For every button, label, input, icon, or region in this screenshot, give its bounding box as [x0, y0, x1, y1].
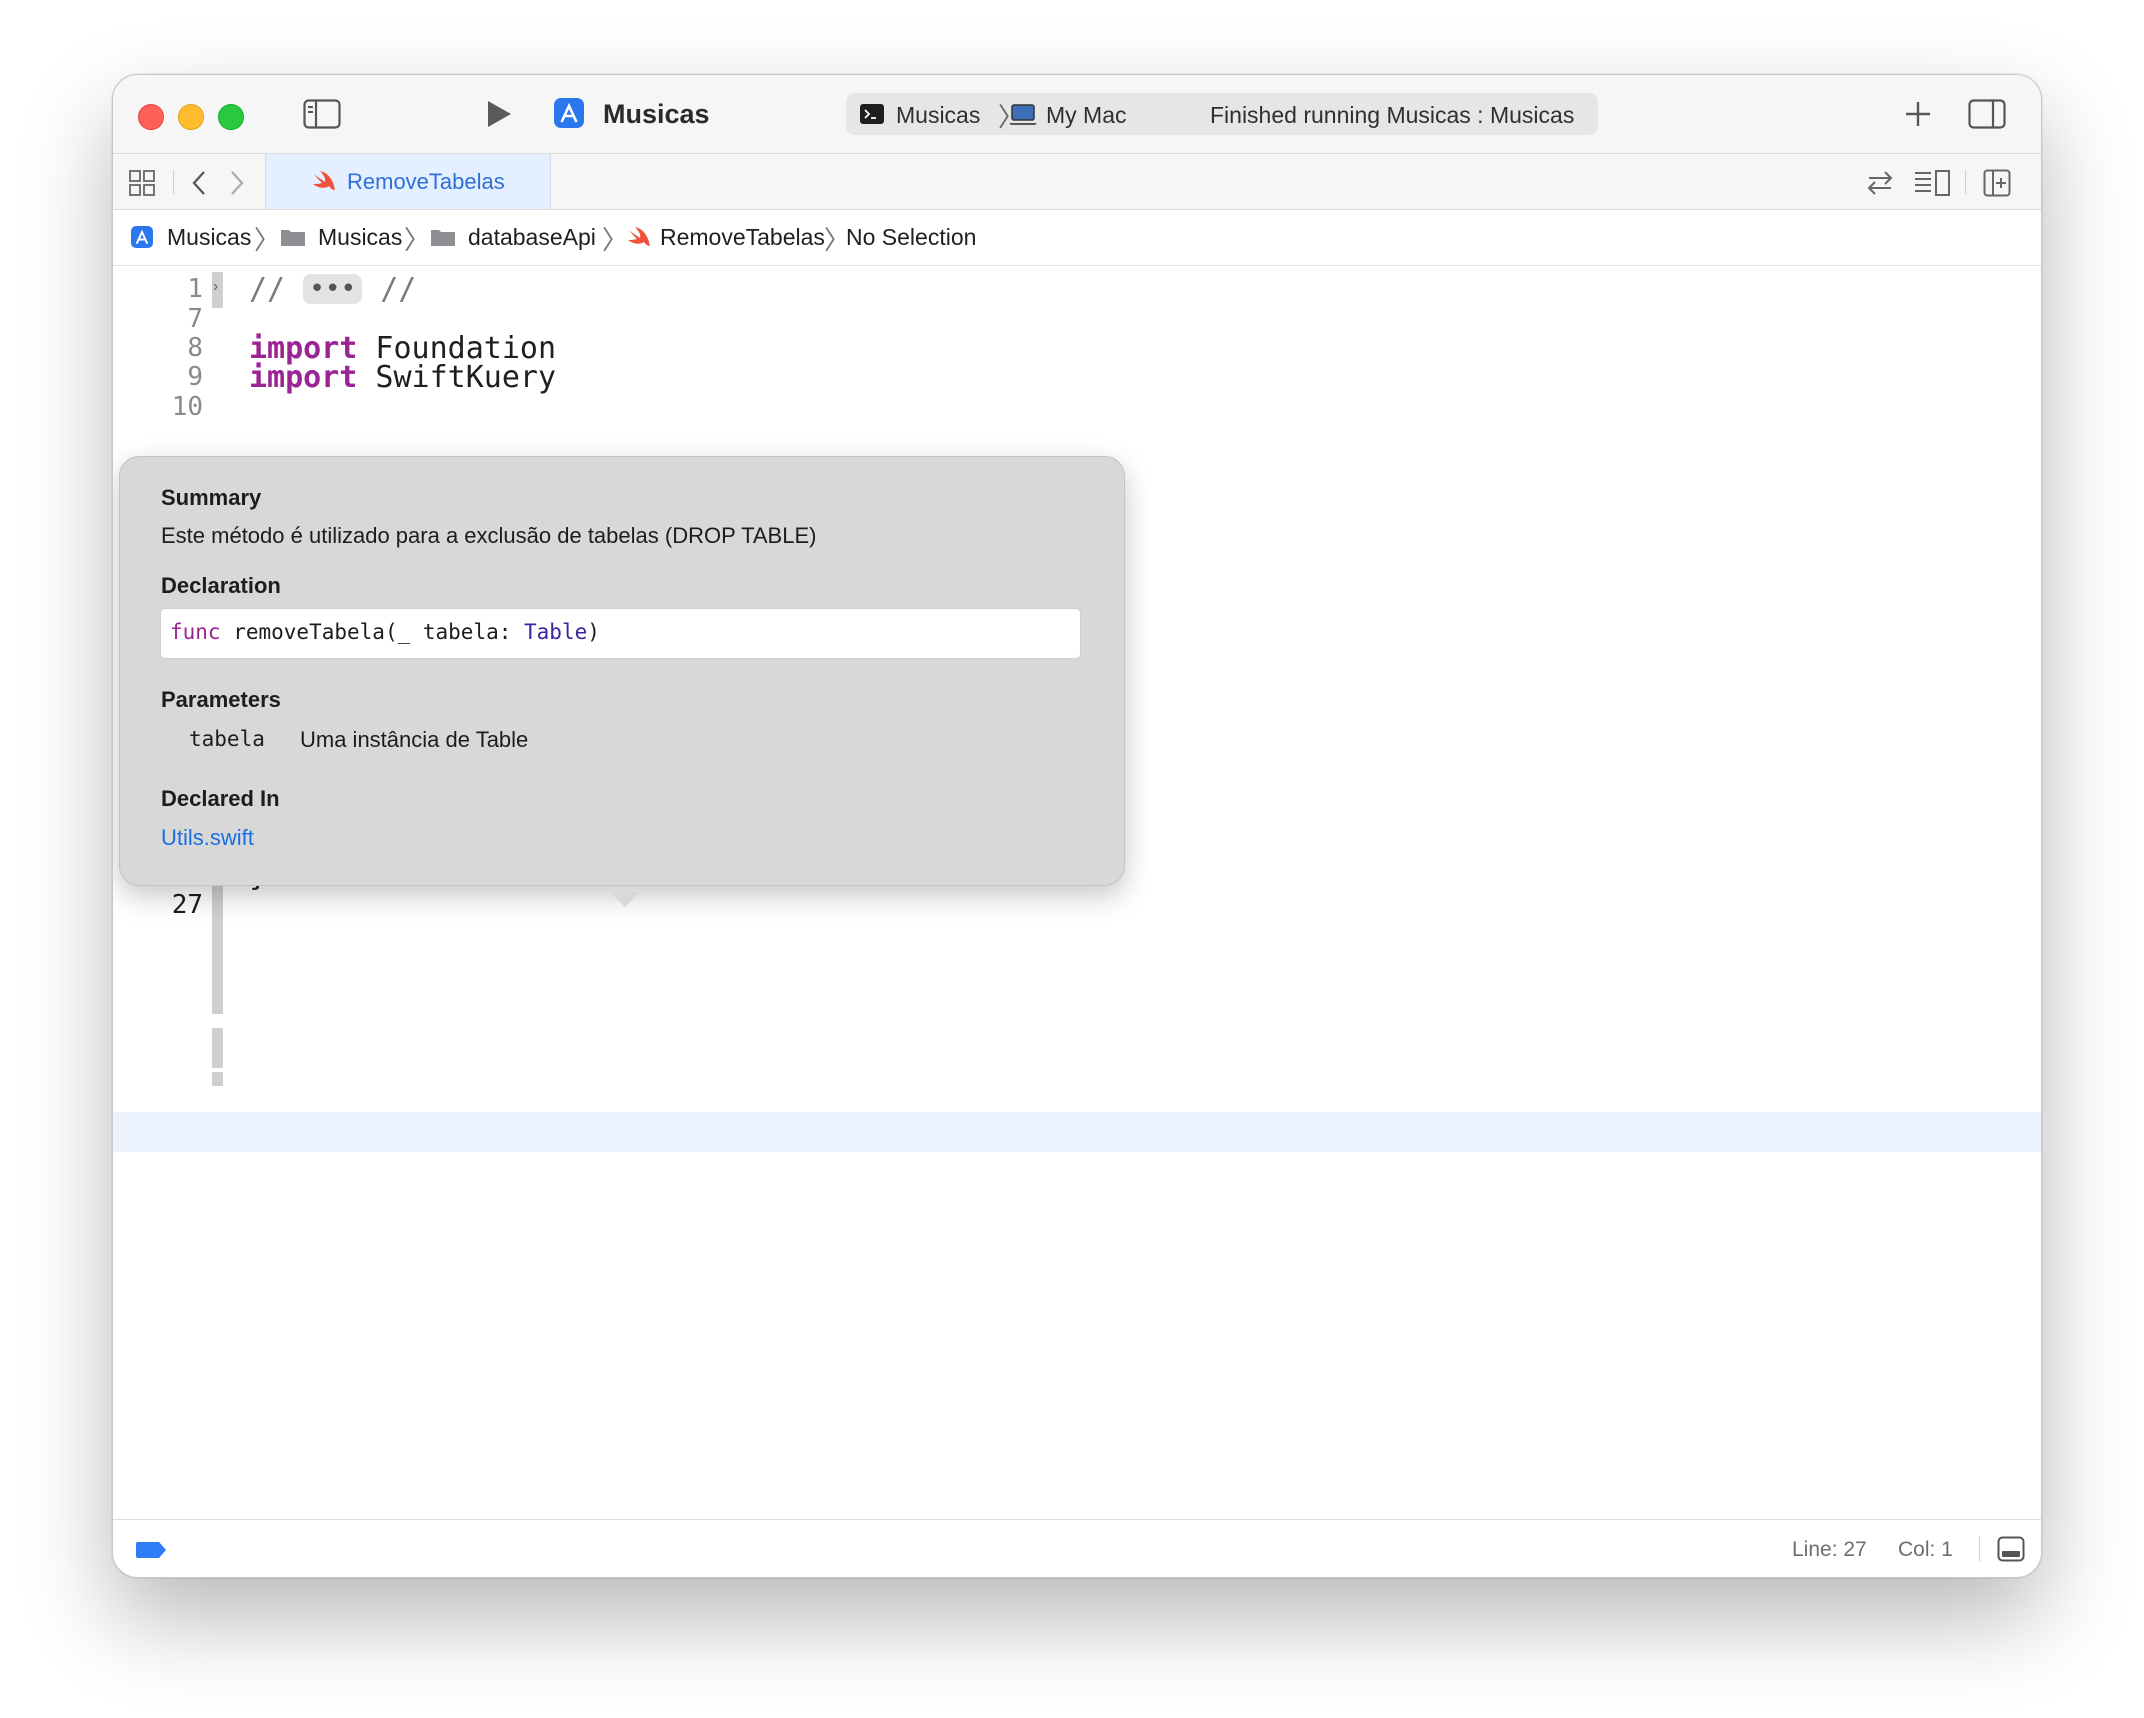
- summary-text: Este método é utilizado para a exclusão …: [161, 523, 817, 548]
- popover-arrow: [610, 892, 640, 907]
- editor-options-icon[interactable]: [1913, 169, 1953, 197]
- breadcrumb: Musicas 〉 Musicas 〉 databaseApi 〉 Remove…: [113, 210, 2041, 266]
- swift-file-icon: [313, 171, 335, 190]
- breadcrumb-chevron-icon: 〉: [602, 225, 629, 255]
- status-col: Col: 1: [1898, 1538, 1953, 1561]
- breadcrumb-selection[interactable]: No Selection: [846, 224, 976, 251]
- swift-file-icon: [628, 227, 650, 246]
- run-play-icon[interactable]: [484, 99, 514, 129]
- code-token: SwiftKuery: [357, 360, 557, 395]
- declaration-heading: Declaration: [161, 573, 281, 598]
- code-line[interactable]: import SwiftKuery: [249, 360, 556, 395]
- xcode-window: Musicas Musicas 〉 My Mac Finished runnin…: [112, 74, 2042, 1578]
- declaration-box: func removeTabela(_ tabela: Table): [160, 608, 1081, 659]
- code-structure-ribbon[interactable]: [212, 1028, 223, 1068]
- minimize-window-button[interactable]: [178, 104, 204, 130]
- status-line: Line: 27: [1792, 1538, 1867, 1561]
- scheme-activity-bar[interactable]: Musicas 〉 My Mac Finished running Musica…: [846, 93, 1598, 135]
- parameter-description: Uma instância de Table: [300, 727, 529, 752]
- tab-bar: RemoveTabelas: [113, 154, 2041, 210]
- declared-in-heading: Declared In: [161, 786, 280, 811]
- declaration-keyword: func: [170, 620, 221, 644]
- code-line[interactable]: // ••• //: [249, 272, 416, 307]
- declaration-close: ): [587, 620, 600, 644]
- code-structure-ribbon[interactable]: [212, 866, 223, 1014]
- folder-icon: [281, 230, 305, 246]
- fold-chevron-icon[interactable]: ›: [213, 278, 218, 296]
- scheme-destination[interactable]: My Mac: [1046, 102, 1127, 129]
- laptop-icon: [1009, 104, 1037, 125]
- app-target-icon: [554, 98, 584, 128]
- declaration-type: Table: [524, 620, 588, 644]
- declaration-signature: removeTabela(_ tabela:: [220, 620, 525, 644]
- breadcrumb-file[interactable]: RemoveTabelas: [660, 224, 825, 251]
- breakpoint-toggle-icon[interactable]: [135, 1541, 167, 1559]
- zoom-window-button[interactable]: [218, 104, 244, 130]
- parameter-name: tabela: [189, 727, 265, 751]
- line-number: 27: [171, 890, 203, 920]
- related-items-grid-icon[interactable]: [129, 170, 155, 196]
- breadcrumb-project[interactable]: Musicas: [167, 224, 251, 251]
- back-chevron-icon[interactable]: [191, 170, 207, 196]
- current-line-highlight: [113, 1112, 2041, 1152]
- line-number: 1: [187, 274, 203, 304]
- debug-area-toggle-icon[interactable]: [1997, 1536, 2025, 1562]
- breadcrumb-group-musicas[interactable]: Musicas: [318, 224, 402, 251]
- parameters-heading: Parameters: [161, 687, 281, 712]
- tab-bar-divider: [173, 170, 174, 194]
- breadcrumb-chevron-icon: 〉: [404, 225, 431, 255]
- summary-heading: Summary: [161, 485, 262, 510]
- close-window-button[interactable]: [138, 104, 164, 130]
- activity-status: Finished running Musicas : Musicas: [1210, 102, 1575, 128]
- forward-chevron-icon[interactable]: [229, 170, 245, 196]
- status-divider: [1979, 1536, 1980, 1562]
- inspector-toggle-icon[interactable]: [1968, 99, 2006, 129]
- app-title: Musicas: [603, 99, 710, 129]
- tab-removetabelas[interactable]: RemoveTabelas: [265, 154, 551, 209]
- terminal-icon: [860, 104, 884, 124]
- line-number: 9: [187, 362, 203, 392]
- code-token: import: [249, 360, 358, 395]
- add-plus-icon[interactable]: [1903, 99, 1933, 129]
- code-structure-ribbon[interactable]: [212, 1072, 223, 1086]
- line-number: 8: [187, 333, 203, 363]
- tab-label: RemoveTabelas: [347, 169, 505, 194]
- add-editor-icon[interactable]: [1983, 169, 2011, 197]
- quick-help-popover: Summary Este método é utilizado para a e…: [119, 456, 1125, 886]
- project-icon: [131, 226, 153, 248]
- line-number: 7: [187, 304, 203, 334]
- title-bar: Musicas Musicas 〉 My Mac Finished runnin…: [113, 75, 2041, 154]
- declared-in-link[interactable]: Utils.swift: [161, 825, 254, 851]
- folder-icon: [431, 230, 455, 246]
- breadcrumb-group-databaseapi[interactable]: databaseApi: [468, 224, 596, 251]
- status-bar: Line: 27 Col: 1: [113, 1519, 2041, 1577]
- line-number: 10: [171, 392, 203, 422]
- scheme-target[interactable]: Musicas: [896, 102, 980, 129]
- swap-arrows-icon[interactable]: [1865, 170, 1895, 196]
- declaration-code: func removeTabela(_ tabela: Table): [170, 620, 600, 644]
- tab-bar-divider-right: [1965, 170, 1966, 194]
- navigator-toggle-icon[interactable]: [303, 99, 341, 129]
- code-token: //: [249, 272, 304, 307]
- code-token: //: [362, 272, 417, 307]
- folded-code-ellipsis[interactable]: •••: [303, 274, 363, 304]
- breadcrumb-chevron-icon: 〉: [254, 225, 281, 255]
